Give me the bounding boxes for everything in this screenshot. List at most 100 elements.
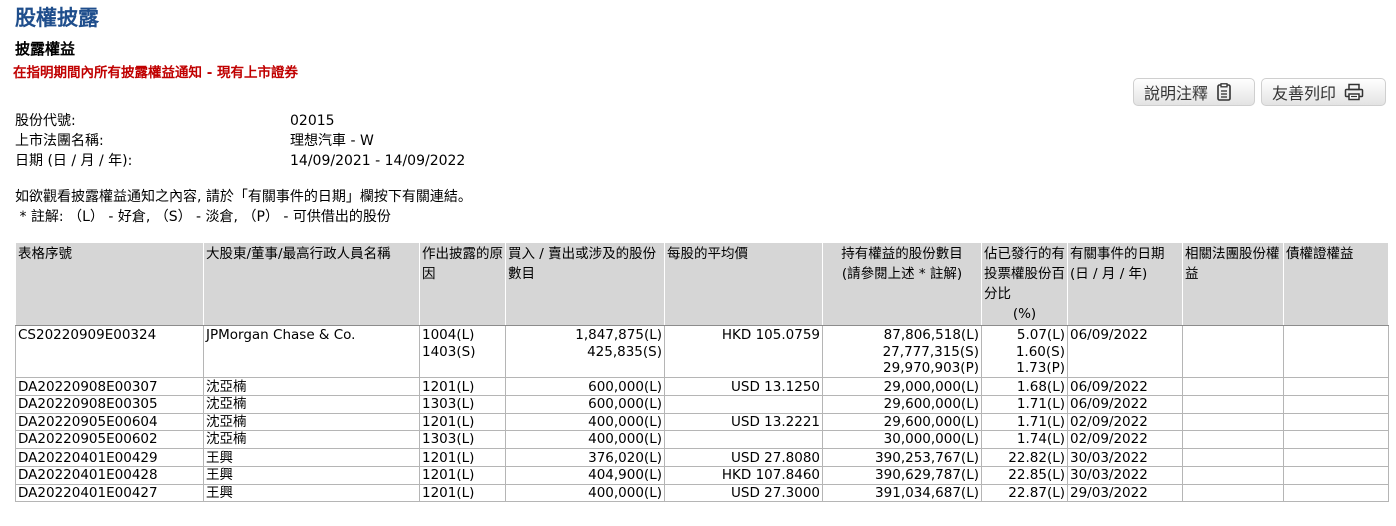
reason-cell: 1303(L) — [419, 430, 506, 449]
form-no-cell: DA20220401E00427 — [15, 484, 204, 502]
name-cell: 沈亞楠 — [203, 413, 420, 431]
event-date-link[interactable]: 30/03/2022 — [1067, 447, 1183, 467]
avg-price-cell — [664, 430, 823, 449]
pct-cell: 22.82(L) — [981, 447, 1068, 467]
event-date-link[interactable]: 02/09/2022 — [1067, 413, 1183, 431]
shares-held-value: 27,777,315(S) — [882, 343, 979, 360]
pct-cell: 22.85(L) — [981, 466, 1068, 485]
printer-icon — [1344, 83, 1364, 101]
debenture-cell — [1283, 466, 1389, 485]
table-row: DA20220401E00428 王興 1201(L) 404,900(L) H… — [15, 466, 1389, 485]
date-label: 日期 (日 / 月 / 年): — [15, 153, 133, 169]
shares-involved-value: 425,835(S) — [587, 343, 662, 360]
name-cell: 王興 — [203, 466, 420, 485]
friendly-print-button[interactable]: 友善列印 — [1261, 78, 1386, 106]
table-header-row: 表格序號 大股東/董事/最高行政人員名稱 作出披露的原因 買入 / 賣出或涉及的… — [15, 242, 1389, 326]
company-label: 上市法團名稱: — [15, 133, 104, 149]
avg-price-cell: HKD 105.0759 — [664, 325, 823, 378]
event-date-link[interactable]: 30/03/2022 — [1067, 466, 1183, 485]
pct-cell: 1.74(L) — [981, 430, 1068, 449]
table-row: DA20220905E00602 沈亞楠 1303(L) 400,000(L) … — [15, 430, 1389, 449]
pct-cell: 1.68(L) — [981, 376, 1068, 396]
form-no-cell: DA20220905E00604 — [15, 413, 204, 431]
debenture-cell — [1283, 484, 1389, 502]
shares-involved-value: 1,847,875(L) — [575, 327, 662, 343]
explanatory-notes-button[interactable]: 說明注釋 — [1133, 78, 1255, 106]
stock-code-label: 股份代號: — [15, 113, 76, 129]
company-row: 上市法團名稱: 理想汽車 - W — [15, 131, 715, 151]
header-assoc: 相關法團股份權益 — [1182, 242, 1284, 326]
table-row: DA20220401E00429 王興 1201(L) 376,020(L) U… — [15, 447, 1389, 467]
avg-price-cell: USD 27.8080 — [664, 447, 823, 467]
reason-cell: 1201(L) — [419, 413, 506, 431]
name-cell: 沈亞楠 — [203, 376, 420, 396]
shares-involved-cell: 376,020(L) — [505, 447, 665, 467]
form-no-cell: DA20220401E00428 — [15, 466, 204, 485]
shares-held-cell: 390,629,787(L) — [822, 466, 982, 485]
avg-price-cell: USD 27.3000 — [664, 484, 823, 502]
page-title: 股權披露 — [15, 6, 99, 30]
shares-involved-cell: 600,000(L) — [505, 395, 665, 414]
shares-involved-cell: 404,900(L) — [505, 466, 665, 485]
assoc-cell — [1182, 413, 1284, 431]
pct-cell: 1.71(L) — [981, 413, 1068, 431]
assoc-cell — [1182, 484, 1284, 502]
event-date-link[interactable]: 02/09/2022 — [1067, 430, 1183, 449]
table-row: CS20220909E00324 JPMorgan Chase & Co. 10… — [15, 325, 1389, 378]
shares-held-cell: 29,600,000(L) — [822, 413, 982, 431]
shares-held-value: 29,970,903(P) — [883, 360, 979, 376]
assoc-cell — [1182, 325, 1284, 378]
stock-code-value: 02015 — [290, 113, 335, 129]
name-cell: 沈亞楠 — [203, 395, 420, 414]
event-date-link[interactable]: 29/03/2022 — [1067, 484, 1183, 502]
event-date-link[interactable]: 06/09/2022 — [1067, 376, 1183, 396]
instructions: 如欲觀看披露權益通知之內容, 請於「有關事件的日期」欄按下有關連結。 * 註解:… — [15, 187, 472, 227]
table-row: DA20220905E00604 沈亞楠 1201(L) 400,000(L) … — [15, 413, 1389, 431]
avg-price-cell — [664, 395, 823, 414]
event-date-link[interactable]: 06/09/2022 — [1067, 395, 1183, 414]
header-debenture: 債權證權益 — [1283, 242, 1389, 326]
date-range-value: 14/09/2021 - 14/09/2022 — [290, 153, 466, 169]
header-pct-text: 佔已發行的有投票權股份百分比 — [984, 246, 1065, 302]
assoc-cell — [1182, 466, 1284, 485]
stock-info: 股份代號: 02015 上市法團名稱: 理想汽車 - W 日期 (日 / 月 /… — [15, 111, 715, 171]
header-pct: 佔已發行的有投票權股份百分比 (%) — [981, 242, 1068, 326]
reason-cell: 1201(L) — [419, 376, 506, 396]
reason-value: 1004(L) — [422, 327, 475, 343]
debenture-cell — [1283, 325, 1389, 378]
avg-price-cell: USD 13.1250 — [664, 376, 823, 396]
name-cell: 王興 — [203, 447, 420, 467]
assoc-cell — [1182, 447, 1284, 467]
shares-held-cell: 29,000,000(L) — [822, 376, 982, 396]
shares-held-cell: 391,034,687(L) — [822, 484, 982, 502]
header-shares-held-line2: (請參閱上述 * 註解) — [841, 266, 963, 282]
debenture-cell — [1283, 376, 1389, 396]
assoc-cell — [1182, 395, 1284, 414]
header-reason: 作出披露的原因 — [419, 242, 506, 326]
reason-value: 1403(S) — [422, 343, 476, 360]
assoc-cell — [1182, 430, 1284, 449]
pct-cell: 22.87(L) — [981, 484, 1068, 502]
table-row: DA20220908E00305 沈亞楠 1303(L) 600,000(L) … — [15, 395, 1389, 414]
avg-price-cell: USD 13.2221 — [664, 413, 823, 431]
reason-cell: 1201(L) — [419, 447, 506, 467]
header-avg-price: 每股的平均價 — [664, 242, 823, 326]
shares-held-value: 87,806,518(L) — [883, 327, 979, 343]
header-event-date: 有關事件的日期 (日 / 月 / 年) — [1067, 242, 1183, 326]
form-no-cell: DA20220908E00307 — [15, 376, 204, 396]
reason-cell: 1004(L) 1403(S) — [419, 325, 506, 378]
header-pct-unit: (%) — [1012, 306, 1037, 322]
notes-document-icon — [1216, 83, 1232, 101]
shares-involved-cell: 400,000(L) — [505, 413, 665, 431]
event-date-link[interactable]: 06/09/2022 — [1067, 325, 1183, 378]
reason-cell: 1201(L) — [419, 466, 506, 485]
form-no-cell: CS20220909E00324 — [15, 325, 204, 378]
shares-held-cell: 390,253,767(L) — [822, 447, 982, 467]
shares-held-cell: 30,000,000(L) — [822, 430, 982, 449]
shares-involved-cell: 1,847,875(L) 425,835(S) — [505, 325, 665, 378]
shares-involved-cell: 400,000(L) — [505, 484, 665, 502]
header-form-no: 表格序號 — [15, 242, 204, 326]
friendly-print-label: 友善列印 — [1272, 84, 1337, 103]
assoc-cell — [1182, 376, 1284, 396]
form-no-cell: DA20220905E00602 — [15, 430, 204, 449]
